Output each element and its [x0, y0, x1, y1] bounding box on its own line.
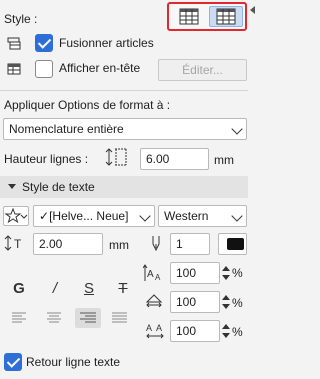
stepper-up-icon — [222, 266, 230, 271]
divider — [0, 90, 248, 91]
text-size-icon: T — [4, 235, 22, 251]
style-label: Style : — [4, 12, 38, 26]
apply-format-label: Appliquer Options de format à : — [4, 98, 171, 112]
align-justify-icon[interactable] — [110, 311, 130, 325]
align-right-button[interactable] — [75, 308, 101, 328]
row-height-icon — [105, 148, 127, 166]
chevron-down-icon — [231, 123, 243, 135]
stepper-up-icon — [222, 295, 230, 300]
text-size-input[interactable]: 2.00 — [33, 233, 103, 255]
script-value: Western — [164, 209, 209, 223]
width-factor-icon: A A — [143, 264, 161, 282]
align-left-icon[interactable] — [10, 311, 30, 325]
pen-number-input[interactable]: 1 — [170, 233, 210, 255]
star-icon — [4, 207, 28, 224]
table-grid-selected-button[interactable] — [209, 6, 243, 27]
pen-color-swatch[interactable] — [218, 233, 247, 255]
row-height-unit: mm — [214, 153, 234, 167]
text-style-section-header[interactable]: Style de texte — [0, 176, 248, 198]
triangle-down-icon — [8, 184, 16, 189]
table-grid-icon — [179, 8, 199, 25]
char-spacing-icon: A A — [146, 323, 164, 339]
chevron-down-icon — [139, 210, 151, 222]
merge-items-icon — [7, 37, 21, 50]
width-factor-input[interactable]: 100 — [170, 262, 220, 284]
layout-button-group — [167, 2, 247, 31]
strikethrough-button[interactable]: T — [112, 277, 134, 299]
char-spacing-percent: % — [232, 325, 243, 339]
stepper-up-icon — [222, 324, 230, 329]
edit-button[interactable]: Éditer... — [158, 59, 247, 81]
svg-text:A: A — [146, 323, 152, 333]
font-dropdown[interactable]: ✓[Helve... Neue] — [33, 205, 155, 227]
bold-button[interactable]: G — [8, 277, 30, 299]
text-style-header-label: Style de texte — [22, 180, 95, 194]
pen-icon — [152, 236, 160, 252]
panel-collapse-arrow-icon[interactable] — [250, 6, 255, 14]
wrap-text-label: Retour ligne texte — [26, 355, 121, 369]
apply-format-value: Nomenclature entière — [9, 122, 124, 136]
stepper-down-icon — [222, 275, 230, 280]
stepper-down-icon — [222, 304, 230, 309]
row-height-input[interactable]: 6.00 — [140, 148, 209, 170]
favorite-style-button[interactable] — [3, 206, 29, 226]
svg-text:A: A — [147, 269, 154, 280]
width-factor-stepper[interactable] — [221, 262, 231, 284]
merge-items-checkbox[interactable] — [35, 34, 53, 52]
underline-button[interactable]: S — [78, 277, 100, 299]
script-dropdown[interactable]: Western — [158, 205, 247, 227]
align-center-icon[interactable] — [44, 311, 64, 325]
text-size-unit: mm — [109, 238, 129, 252]
svg-text:A: A — [155, 273, 161, 282]
wrap-text-checkbox[interactable] — [4, 353, 22, 371]
spacing-factor-stepper[interactable] — [221, 291, 231, 313]
show-header-checkbox[interactable] — [35, 60, 53, 78]
row-height-label: Hauteur lignes : — [4, 152, 89, 166]
stepper-down-icon — [222, 333, 230, 338]
char-spacing-stepper[interactable] — [221, 320, 231, 342]
show-header-icon — [7, 63, 21, 75]
chevron-down-icon — [231, 210, 243, 222]
spacing-factor-icon — [145, 294, 163, 308]
italic-button[interactable]: / — [44, 277, 66, 299]
checkmark-icon: ✓ — [39, 209, 50, 223]
table-layout-button[interactable] — [172, 6, 206, 27]
merge-items-label: Fusionner articles — [59, 36, 154, 50]
svg-text:T: T — [14, 237, 22, 251]
show-header-label: Afficher en-tête — [59, 61, 141, 75]
svg-text:A: A — [156, 323, 162, 333]
spacing-factor-percent: % — [232, 296, 243, 310]
pen-color-fill — [227, 238, 244, 250]
width-factor-percent: % — [232, 266, 243, 280]
char-spacing-input[interactable]: 100 — [170, 320, 220, 342]
align-right-icon — [80, 312, 96, 323]
font-value: [Helve... Neue] — [49, 209, 129, 223]
table-grid-full-icon — [216, 8, 236, 25]
apply-format-dropdown[interactable]: Nomenclature entière — [3, 118, 247, 140]
spacing-factor-input[interactable]: 100 — [170, 291, 220, 313]
